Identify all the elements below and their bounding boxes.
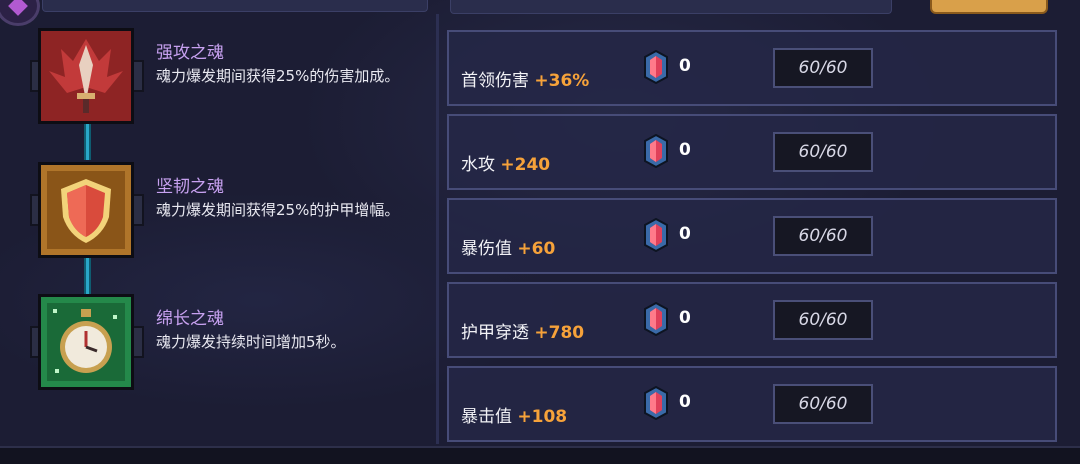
skill-connector: [84, 258, 91, 294]
skill-item-lasting[interactable]: 绵长之魂 魂力爆发持续时间增加5秒。: [30, 294, 438, 390]
stat-row-crit-rate[interactable]: 暴击值 +108 0 60/60: [447, 366, 1057, 442]
top-left-panel: [42, 0, 428, 12]
skill-item-tough[interactable]: 坚韧之魂 魂力爆发期间获得25%的护甲增幅。: [30, 162, 438, 258]
stat-row-boss-damage[interactable]: 首领伤害 +36% 0 60/60: [447, 30, 1057, 106]
stat-label: 暴伤值 +60: [461, 234, 555, 259]
stat-label: 水攻 +240: [461, 150, 550, 175]
gem-count: 0: [679, 56, 691, 76]
stat-bonus: +36%: [534, 71, 590, 91]
skill-title: 绵长之魂: [156, 309, 224, 329]
shield-icon[interactable]: [38, 162, 134, 258]
level-cap-box: 60/60: [773, 384, 873, 424]
stat-label: 暴击值 +108: [461, 402, 567, 427]
level-cap-box: 60/60: [773, 300, 873, 340]
stat-name: 护甲穿透: [461, 323, 529, 343]
skill-connector: [84, 124, 91, 160]
stat-bonus: +108: [517, 407, 568, 427]
stat-name: 暴伤值: [461, 239, 512, 259]
skill-title: 坚韧之魂: [156, 177, 224, 197]
gem-count: 0: [679, 224, 691, 244]
skill-description: 魂力爆发持续时间增加5秒。: [156, 333, 346, 351]
stat-row-crit-damage[interactable]: 暴伤值 +60 0 60/60: [447, 198, 1057, 274]
skill-description: 魂力爆发期间获得25%的伤害加成。: [156, 67, 400, 85]
top-action-button[interactable]: [930, 0, 1048, 14]
stat-label: 护甲穿透 +780: [461, 318, 584, 343]
level-cap-box: 60/60: [773, 216, 873, 256]
stat-bonus: +780: [534, 323, 585, 343]
skill-item-strong-attack[interactable]: 强攻之魂 魂力爆发期间获得25%的伤害加成。: [30, 28, 438, 124]
stat-bonus: +240: [500, 155, 551, 175]
soul-gem-icon: [644, 302, 668, 336]
stat-name: 暴击值: [461, 407, 512, 427]
stat-row-armor-penetration[interactable]: 护甲穿透 +780 0 60/60: [447, 282, 1057, 358]
winged-sword-icon[interactable]: [38, 28, 134, 124]
gem-count: 0: [679, 308, 691, 328]
stat-row-water-attack[interactable]: 水攻 +240 0 60/60: [447, 114, 1057, 190]
gem-count: 0: [679, 140, 691, 160]
bottom-bar: [0, 446, 1080, 464]
stat-name: 首领伤害: [461, 71, 529, 91]
level-cap-box: 60/60: [773, 48, 873, 88]
soul-gem-icon: [644, 386, 668, 420]
level-cap-box: 60/60: [773, 132, 873, 172]
gem-count: 0: [679, 392, 691, 412]
soul-gem-icon: [644, 134, 668, 168]
stat-name: 水攻: [461, 155, 495, 175]
top-center-panel: [450, 0, 892, 14]
soul-gem-icon: [644, 218, 668, 252]
soul-gem-icon: [644, 50, 668, 84]
stat-bonus: +60: [517, 239, 556, 259]
skill-title: 强攻之魂: [156, 43, 224, 63]
stopwatch-icon[interactable]: [38, 294, 134, 390]
skill-description: 魂力爆发期间获得25%的护甲增幅。: [156, 201, 400, 219]
stat-label: 首领伤害 +36%: [461, 66, 589, 91]
top-bar: [0, 0, 1080, 26]
